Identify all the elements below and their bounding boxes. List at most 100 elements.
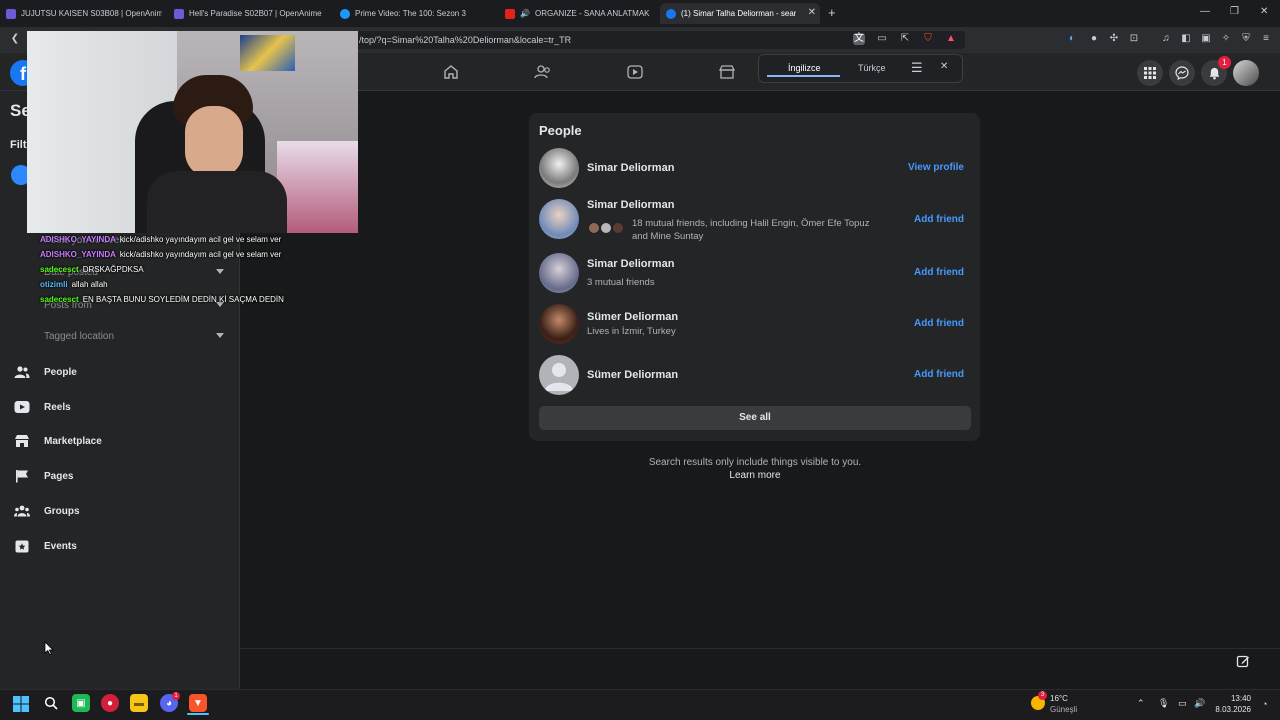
back-arrow-icon[interactable]: ❮ bbox=[9, 33, 21, 45]
translate-icon[interactable]: 文 bbox=[853, 33, 865, 45]
weather-description[interactable]: Güneşli bbox=[1050, 705, 1077, 714]
avatar[interactable] bbox=[539, 253, 579, 293]
tab-prime-video[interactable]: Prime Video: The 100: Sezon 3 bbox=[334, 3, 496, 24]
person-name[interactable]: Simar Deliorman bbox=[587, 162, 674, 174]
events-icon bbox=[12, 536, 32, 556]
address-bar[interactable]: /top/?q=Simar%20Talha%20Deliorman&locale… bbox=[355, 31, 965, 49]
mutual-friends-text: 18 mutual friends, including Halil Engin… bbox=[632, 218, 870, 229]
close-tab-icon[interactable]: ✕ bbox=[808, 7, 816, 18]
home-icon[interactable] bbox=[442, 64, 460, 80]
windows-start-icon[interactable] bbox=[13, 696, 29, 712]
translate-options-icon[interactable]: ☰ bbox=[911, 60, 923, 76]
cast-icon[interactable]: ▭ bbox=[876, 33, 888, 45]
chat-username: ADISHKO_YAYINDA bbox=[40, 235, 116, 244]
avatar[interactable] bbox=[539, 148, 579, 188]
app-green-icon[interactable]: ▣ bbox=[72, 694, 90, 712]
add-friend-button[interactable]: Add friend bbox=[914, 267, 964, 278]
weather-temperature[interactable]: 16°C bbox=[1050, 694, 1068, 703]
avatar[interactable] bbox=[539, 199, 579, 239]
filter-tagged-location[interactable]: Tagged location bbox=[44, 331, 226, 347]
new-tab-button[interactable]: + bbox=[828, 5, 836, 20]
person-name[interactable]: Simar Deliorman bbox=[587, 199, 674, 211]
sidebar-toggle-icon[interactable]: ◧ bbox=[1180, 33, 1192, 45]
brave-browser-icon[interactable]: ▼ bbox=[189, 694, 207, 712]
people-icon bbox=[12, 362, 32, 382]
mouse-cursor-icon bbox=[44, 641, 54, 655]
learn-more-link[interactable]: Learn more bbox=[620, 469, 890, 482]
speech-icon[interactable]: ◐ bbox=[1066, 33, 1078, 45]
file-explorer-icon[interactable]: ▬ bbox=[130, 694, 148, 712]
network-icon[interactable]: ▭ bbox=[1178, 698, 1187, 709]
weather-badge: 3 bbox=[1038, 691, 1047, 700]
chat-username: sadecesct bbox=[40, 265, 79, 274]
video-icon[interactable] bbox=[626, 64, 644, 80]
default-avatar[interactable] bbox=[539, 355, 579, 395]
add-friend-button[interactable]: Add friend bbox=[914, 369, 964, 380]
leo-ai-icon[interactable]: ✧ bbox=[1220, 33, 1232, 45]
chat-username: otizimli bbox=[40, 280, 68, 289]
person-name[interactable]: Sümer Deliorman bbox=[587, 311, 678, 323]
menu-hamburger-icon[interactable]: ≡ bbox=[1260, 33, 1272, 45]
share-icon[interactable]: ⇱ bbox=[899, 33, 911, 45]
friends-icon[interactable] bbox=[534, 64, 552, 80]
person-name[interactable]: Simar Deliorman bbox=[587, 258, 674, 270]
see-all-button[interactable]: See all bbox=[539, 406, 971, 430]
address-url: /top/?q=Simar%20Talha%20Deliorman&locale… bbox=[359, 35, 572, 45]
tab-jujutsu-kaisen[interactable]: JUJUTSU KAISEN S03B08 | OpenAnim bbox=[0, 3, 162, 24]
wallet-icon[interactable]: ▣ bbox=[1200, 33, 1212, 45]
notification-center-icon[interactable]: ◔ bbox=[1262, 699, 1267, 709]
close-window-icon[interactable]: ✕ bbox=[1260, 6, 1268, 17]
sidebar-item-events[interactable]: Events bbox=[12, 535, 77, 557]
account-avatar[interactable] bbox=[1233, 60, 1259, 86]
chat-message: ADISHKO_YAYINDA kick/adishko yayındayım a… bbox=[40, 235, 281, 244]
openanime-favicon-icon bbox=[6, 8, 16, 19]
clock-time[interactable]: 13:40 bbox=[1215, 694, 1251, 703]
streamer-shirt bbox=[147, 171, 287, 233]
media-music-icon[interactable]: ♫ bbox=[1160, 33, 1172, 45]
location-text: Lives in İzmir, Turkey bbox=[587, 326, 676, 337]
screenshot-icon[interactable]: ⊡ bbox=[1128, 33, 1140, 45]
translate-target-language[interactable]: Türkçe bbox=[858, 63, 886, 73]
tab-youtube-organize[interactable]: 🔊 ORGANIZE - SANA ANLATMAK İS bbox=[499, 3, 651, 24]
tab-hells-paradise[interactable]: Hell's Paradise S02B07 | OpenAnime bbox=[168, 3, 330, 24]
avatar[interactable] bbox=[539, 304, 579, 344]
add-friend-button[interactable]: Add friend bbox=[914, 214, 964, 225]
sidebar-item-label: Groups bbox=[44, 505, 80, 517]
extension-chrome-icon[interactable]: ● bbox=[1088, 33, 1100, 45]
filters-heading: Filt bbox=[10, 139, 27, 151]
view-profile-button[interactable]: View profile bbox=[908, 162, 964, 173]
mutual-friends-text-continued: and Mine Suntay bbox=[632, 231, 704, 242]
sidebar-item-pages[interactable]: Pages bbox=[12, 465, 73, 487]
add-friend-button[interactable]: Add friend bbox=[914, 318, 964, 329]
marketplace-icon[interactable] bbox=[718, 64, 736, 80]
clock-date[interactable]: 8.03.2026 bbox=[1211, 705, 1251, 714]
app-red-icon[interactable]: ● bbox=[101, 694, 119, 712]
translate-close-icon[interactable]: ✕ bbox=[940, 61, 948, 72]
maximize-window-icon[interactable]: ❐ bbox=[1230, 6, 1239, 17]
translate-source-language[interactable]: İngilizce bbox=[788, 63, 821, 73]
sidebar-item-label: Pages bbox=[44, 470, 74, 482]
sidebar-item-marketplace[interactable]: Marketplace bbox=[12, 430, 102, 452]
sidebar-item-groups[interactable]: Groups bbox=[12, 500, 80, 522]
brave-shield-icon[interactable]: ⛉ bbox=[922, 33, 934, 45]
microphone-icon[interactable]: 🎙 bbox=[1158, 698, 1169, 709]
sidebar-item-reels[interactable]: Reels bbox=[12, 396, 71, 418]
mutual-friend-avatar bbox=[612, 222, 624, 234]
tab-facebook-search[interactable]: (1) Simar Talha Deliorman - sear ✕ bbox=[660, 3, 820, 24]
compose-message-icon[interactable] bbox=[1236, 654, 1250, 668]
sidebar-item-people[interactable]: People bbox=[12, 361, 77, 383]
brave-rewards-icon[interactable]: ▲ bbox=[945, 33, 957, 45]
vpn-shield-icon[interactable]: ⛨ bbox=[1240, 33, 1252, 45]
tab-title: (1) Simar Talha Deliorman - sear bbox=[681, 9, 797, 18]
minimize-window-icon[interactable]: — bbox=[1200, 6, 1210, 17]
person-name[interactable]: Sümer Deliorman bbox=[587, 369, 678, 381]
marketplace-icon bbox=[12, 431, 32, 451]
groups-icon bbox=[12, 501, 32, 521]
audio-playing-icon[interactable]: 🔊 bbox=[520, 9, 530, 18]
search-icon[interactable] bbox=[42, 694, 60, 712]
extensions-puzzle-icon[interactable]: ✣ bbox=[1108, 33, 1120, 45]
messenger-button[interactable] bbox=[1169, 60, 1195, 86]
tray-overflow-chevron-icon[interactable]: ⌃ bbox=[1137, 698, 1145, 709]
volume-icon[interactable]: 🔊 bbox=[1194, 698, 1205, 709]
menu-grid-button[interactable] bbox=[1137, 60, 1163, 86]
